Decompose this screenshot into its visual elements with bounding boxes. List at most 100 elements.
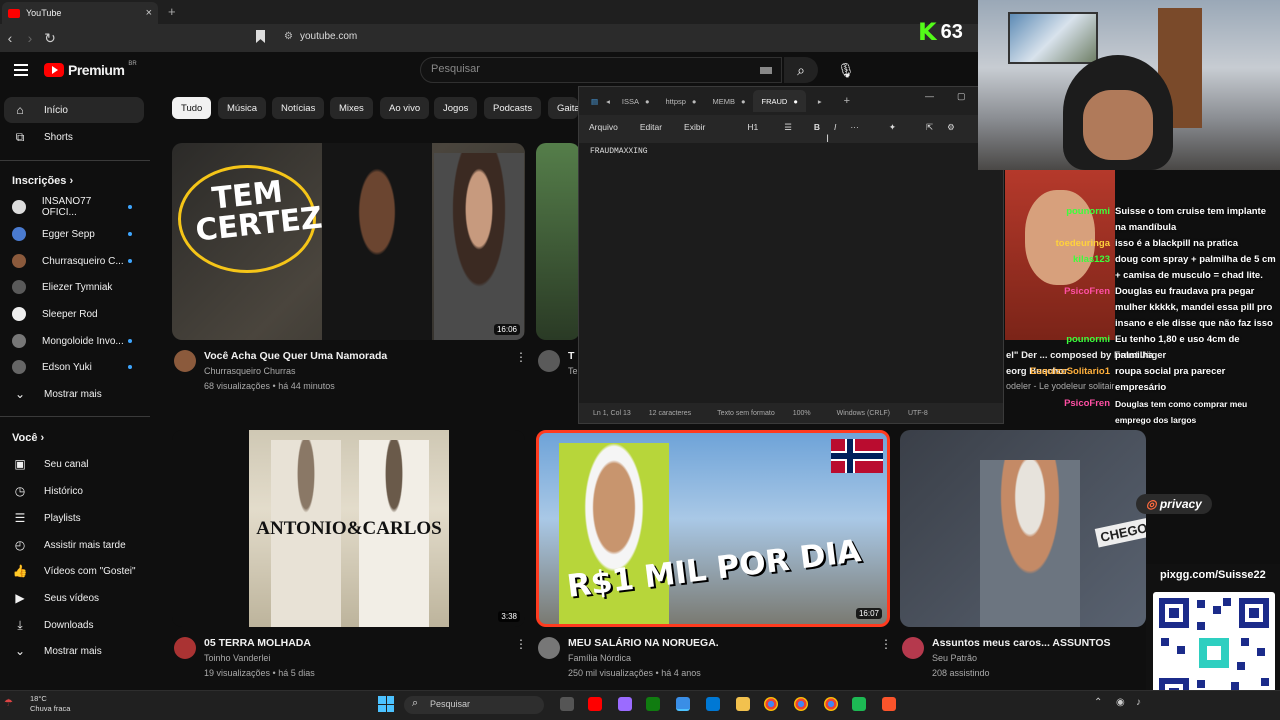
copilot-icon[interactable]: ✦: [889, 122, 896, 133]
xbox-icon[interactable]: [646, 697, 660, 711]
youtube-app-icon[interactable]: [588, 697, 602, 711]
share-icon[interactable]: ⇱: [926, 122, 933, 133]
video-thumbnail[interactable]: CHEGOU: [900, 430, 1146, 627]
task-view-icon[interactable]: [560, 697, 574, 711]
maximize-icon[interactable]: ▢: [957, 91, 966, 102]
notepad-window[interactable]: ▤ ◂ ISSA ● httpsp ● MEMB ● FRAUD ● ▸ + — ▢ A…: [578, 86, 1004, 424]
show-hidden-icons[interactable]: ⌃: [1094, 697, 1102, 708]
browser-tab-youtube[interactable]: YouTube ×: [2, 2, 158, 24]
channel-avatar[interactable]: [174, 637, 196, 659]
forward-icon[interactable]: ›: [20, 30, 40, 46]
tabs-scroll-right-icon[interactable]: ▸: [818, 97, 822, 106]
sidebar-item-downloads[interactable]: ⤓ Downloads: [0, 612, 150, 638]
subscription-item[interactable]: Churrasqueiro C...: [0, 248, 150, 274]
keyboard-icon[interactable]: [760, 67, 772, 74]
minimize-icon[interactable]: —: [925, 91, 934, 101]
subscription-item[interactable]: Edson Yuki: [0, 354, 150, 380]
menu-file[interactable]: Arquivo: [589, 122, 618, 132]
channel-name[interactable]: Família Nórdica: [568, 653, 631, 663]
more-options-icon[interactable]: ⋮: [880, 637, 892, 651]
network-icon[interactable]: ◉: [1116, 697, 1125, 708]
chip-news[interactable]: Notícias: [272, 97, 325, 119]
chip-music[interactable]: Música: [218, 97, 267, 119]
subscription-item[interactable]: Egger Sepp: [0, 221, 150, 247]
menu-view[interactable]: Exibir: [684, 122, 705, 132]
heading-button[interactable]: H1: [747, 122, 758, 132]
video-thumbnail[interactable]: R$1 MIL POR DIA 16:07: [536, 430, 890, 627]
channel-name[interactable]: Te: [568, 366, 578, 376]
subscriptions-header[interactable]: Inscrições ›: [12, 175, 73, 187]
channel-avatar[interactable]: [538, 637, 560, 659]
notepad-editor[interactable]: FRAUDMAXXING I: [579, 133, 1003, 405]
back-icon[interactable]: ‹: [0, 30, 20, 46]
tab-close-icon[interactable]: ×: [146, 7, 152, 19]
taskbar-search[interactable]: Pesquisar: [404, 696, 544, 714]
subscription-item[interactable]: Eliezer Tymniak: [0, 274, 150, 300]
sidebar-item-home[interactable]: ⌂ Início: [4, 97, 144, 123]
more-options-icon[interactable]: ⋮: [515, 637, 527, 651]
video-thumbnail[interactable]: ANTONIO&CARLOS 3:38: [172, 430, 525, 627]
chip-podcasts[interactable]: Podcasts: [484, 97, 542, 119]
status-line-ending[interactable]: Windows (CRLF): [837, 410, 890, 417]
chip-live[interactable]: Ao vivo: [380, 97, 430, 119]
sidebar-item-channel[interactable]: ▣ Seu canal: [0, 451, 150, 477]
settings-icon[interactable]: ⚙: [947, 122, 955, 133]
notepad-tab[interactable]: ISSA ●: [614, 90, 658, 112]
sidebar-item-playlists[interactable]: ☰ Playlists: [0, 505, 150, 531]
sidebar-item-shorts[interactable]: ⧉ Shorts: [0, 124, 150, 150]
youtube-logo[interactable]: Premium BR: [44, 61, 137, 78]
chrome-profile-icon[interactable]: [824, 697, 838, 711]
weather-widget[interactable]: 18°C Chuva fraca: [16, 694, 70, 714]
channel-name[interactable]: Churrasqueiro Churras: [204, 366, 296, 376]
subscriptions-show-more[interactable]: ⌄ Mostrar mais: [0, 381, 150, 407]
menu-edit[interactable]: Editar: [640, 122, 662, 132]
sidebar-item-watch-later[interactable]: ◴ Assistir mais tarde: [0, 532, 150, 558]
chip-games[interactable]: Jogos: [434, 97, 478, 119]
volume-icon[interactable]: ♪: [1136, 697, 1141, 708]
search-button[interactable]: ⌕: [784, 57, 818, 83]
status-zoom[interactable]: 100%: [793, 410, 811, 417]
you-header[interactable]: Você ›: [12, 432, 44, 444]
chip-gaita[interactable]: Gaita: [548, 97, 578, 119]
bookmark-icon[interactable]: [256, 30, 265, 43]
notepad-tab[interactable]: httpsp ●: [657, 90, 704, 112]
video-title[interactable]: 05 TERRA MOLHADA: [204, 637, 311, 649]
voice-search-icon[interactable]: 🎙: [835, 57, 857, 83]
search-input[interactable]: Pesquisar: [420, 57, 782, 83]
channel-avatar[interactable]: [538, 350, 560, 372]
subscription-item[interactable]: Mongoloide Invo...: [0, 328, 150, 354]
more-options-icon[interactable]: ⋮: [515, 350, 527, 364]
channel-name[interactable]: Toinho Vanderlei: [204, 653, 270, 663]
file-explorer-icon[interactable]: [736, 697, 750, 711]
menu-icon[interactable]: [14, 64, 28, 76]
sidebar-item-history[interactable]: ◷ Histórico: [0, 478, 150, 504]
sidebar-item-your-videos[interactable]: ▶ Seus vídeos: [0, 585, 150, 611]
channel-name[interactable]: Seu Patrão: [932, 653, 977, 663]
notepad-app-icon[interactable]: [676, 697, 690, 711]
video-title[interactable]: Assuntos meus caros... ASSUNTOS: [932, 637, 1111, 649]
italic-button[interactable]: I: [834, 122, 836, 132]
video-thumbnail[interactable]: TEM CERTEZA? 16:06: [172, 143, 525, 340]
tabs-scroll-left-icon[interactable]: ◂: [606, 97, 610, 106]
video-title[interactable]: MEU SALÁRIO NA NORUEGA.: [568, 637, 719, 649]
url-field[interactable]: youtube.com: [300, 31, 357, 42]
video-title[interactable]: T: [568, 350, 574, 362]
app-icon[interactable]: [852, 697, 866, 711]
brave-icon[interactable]: [882, 697, 896, 711]
chip-mixes[interactable]: Mixes: [330, 97, 373, 119]
add-tab-button[interactable]: +: [844, 95, 850, 107]
channel-avatar[interactable]: [902, 637, 924, 659]
vpn-app-icon[interactable]: [618, 697, 632, 711]
subscription-item[interactable]: INSANO77 OFICI...: [0, 194, 150, 220]
video-title[interactable]: Você Acha Que Quer Uma Namorada: [204, 350, 387, 362]
list-icon[interactable]: ☰: [784, 122, 792, 133]
more-format-button[interactable]: ···: [850, 122, 859, 132]
chip-all[interactable]: Tudo: [172, 97, 212, 119]
reload-icon[interactable]: ↻: [40, 30, 60, 47]
new-tab-button[interactable]: +: [168, 4, 176, 19]
subscription-item[interactable]: Sleeper Rod: [0, 301, 150, 327]
notepad-tab[interactable]: MEMB ●: [704, 90, 753, 112]
windows-start-icon[interactable]: [378, 696, 394, 712]
sidebar-item-liked[interactable]: 👍 Vídeos com "Gostei": [0, 558, 150, 584]
status-encoding[interactable]: UTF-8: [908, 410, 928, 417]
